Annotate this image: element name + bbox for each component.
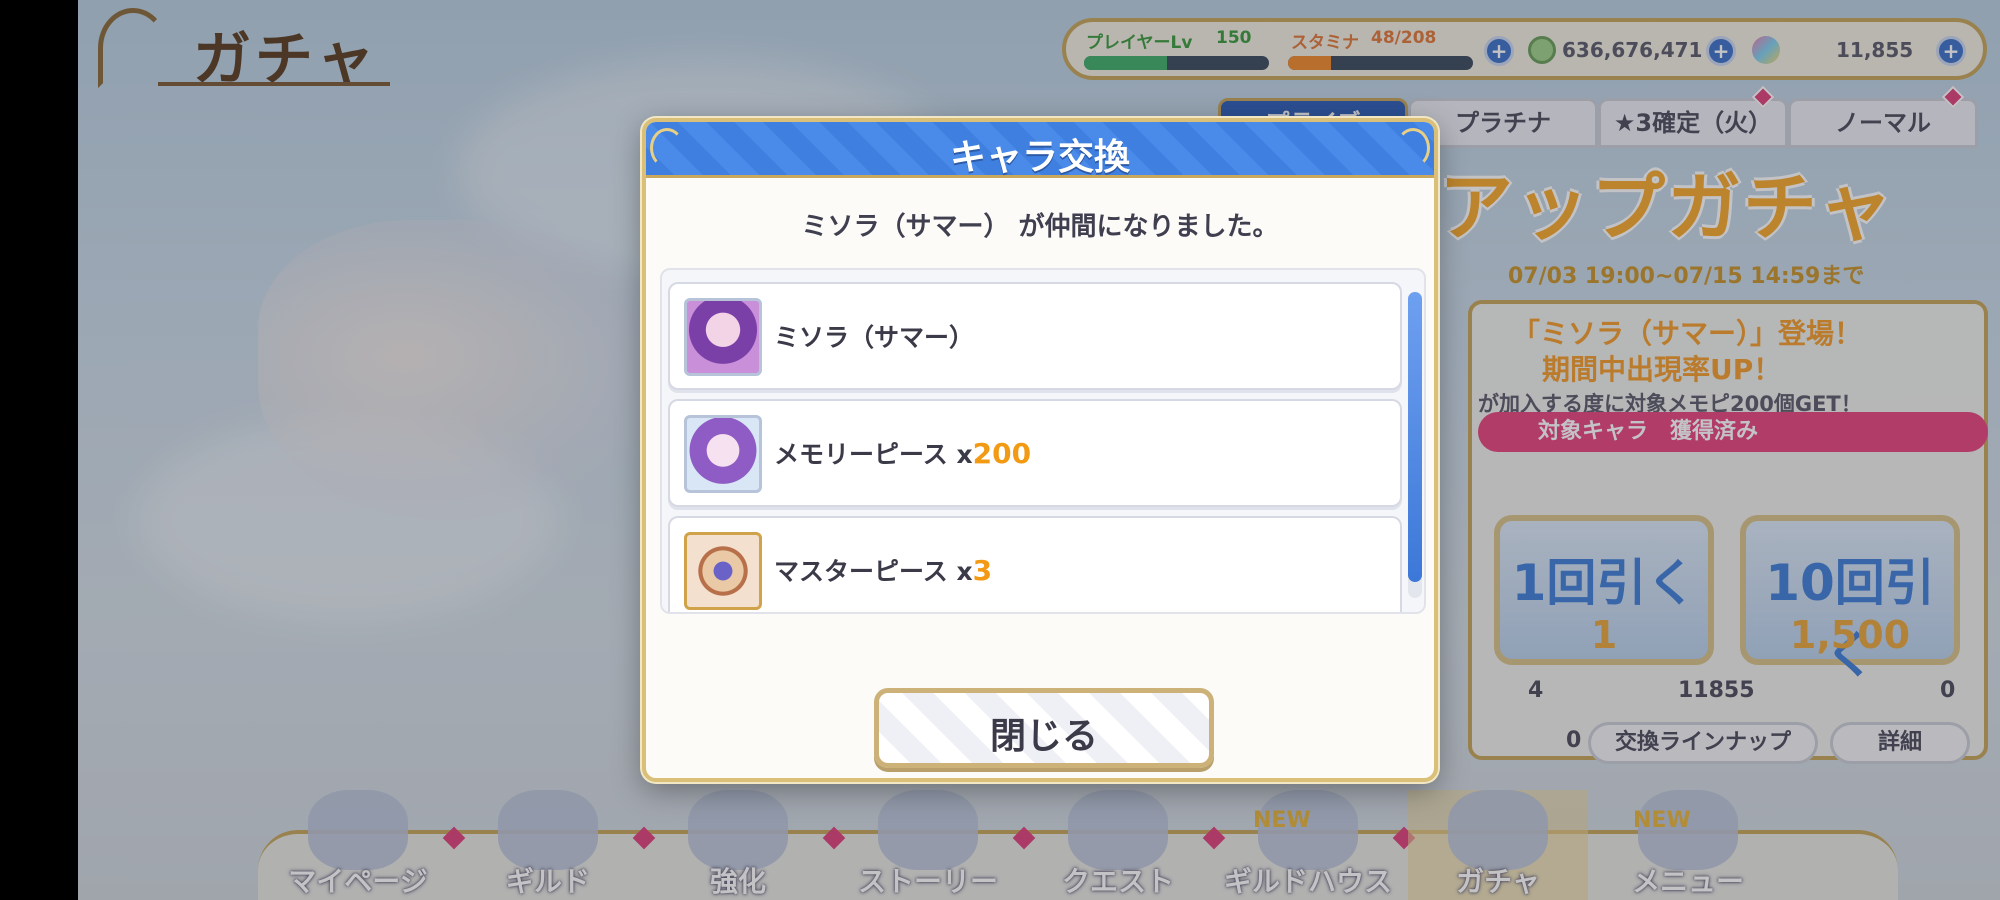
item-quantity: 200 (972, 437, 1032, 470)
character-exchange-dialog: キャラ交換 ミソラ（サマー） が仲間になりました。 ミソラ（サマー） メモリーピ… (642, 118, 1438, 782)
close-button-label: 閉じる (989, 716, 1098, 757)
item-qty-prefix: x (947, 440, 973, 469)
list-item: マスターピース x3 (668, 516, 1402, 612)
item-name: ミソラ（サマー） (774, 318, 974, 354)
ornament-icon (1396, 128, 1430, 168)
item-name: メモリーピース x200 (774, 435, 1031, 471)
item-qty-prefix: x (947, 557, 973, 586)
item-name-text: ミソラ（サマー） (774, 323, 975, 352)
list-scrollbar[interactable] (1408, 292, 1422, 598)
master-piece-icon (684, 532, 762, 610)
list-item: ミソラ（サマー） (668, 282, 1402, 390)
item-quantity: 3 (972, 554, 993, 587)
dialog-header: キャラ交換 (646, 122, 1434, 178)
dialog-message: ミソラ（サマー） が仲間になりました。 (801, 212, 1279, 242)
scrollbar-thumb[interactable] (1408, 292, 1422, 582)
memory-piece-icon (684, 415, 762, 493)
dialog-title: キャラ交換 (949, 137, 1130, 178)
reward-list: ミソラ（サマー） メモリーピース x200 マスターピース x3 (660, 268, 1426, 614)
character-portrait-icon (684, 298, 762, 376)
list-item: メモリーピース x200 (668, 399, 1402, 507)
item-name: マスターピース x3 (774, 552, 992, 588)
item-name-text: マスターピース (774, 557, 948, 586)
close-button[interactable]: 閉じる (874, 688, 1214, 768)
item-name-text: メモリーピース (774, 440, 948, 469)
